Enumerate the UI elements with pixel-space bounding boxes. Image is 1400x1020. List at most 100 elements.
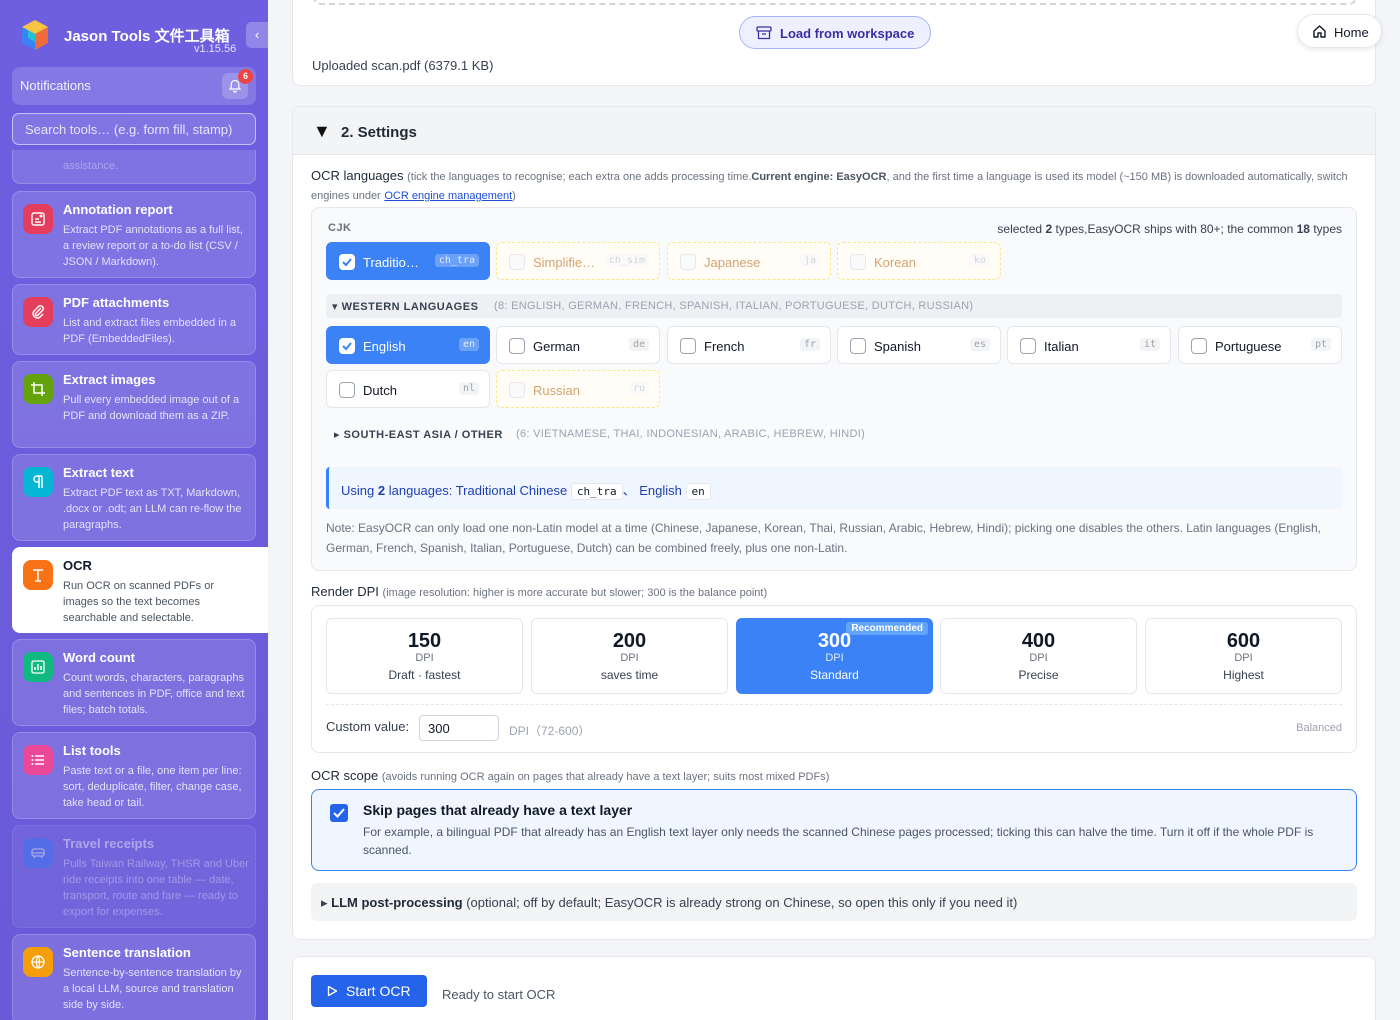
home-icon: [1313, 25, 1326, 38]
dpi-caption: saves time: [600, 668, 659, 682]
tool-card-pdf-attachments[interactable]: PDF attachments List and extract files e…: [12, 284, 256, 355]
drop-zone[interactable]: [313, 0, 1357, 5]
checkbox-icon: [1191, 338, 1207, 354]
upload-panel: Load from workspace Uploaded scan.pdf (6…: [292, 0, 1376, 86]
lang-code: ch_tra: [434, 254, 479, 267]
dpi-caption: Draft · fastest: [388, 668, 461, 682]
app-logo-icon: [22, 20, 48, 50]
lang-chip-fr[interactable]: French fr: [667, 326, 831, 364]
lang-code: en: [685, 483, 711, 500]
dpi-option-300[interactable]: Recommended 300 DPI Standard: [736, 618, 933, 694]
ocr-scope-heading: OCR scope (avoids running OCR again on p…: [311, 768, 829, 783]
chevron-left-icon: ‹: [254, 27, 260, 42]
tool-title: Extract images: [63, 372, 156, 387]
checkbox-checked-icon: [339, 338, 355, 354]
lang-chip-en[interactable]: English en: [326, 326, 490, 364]
dpi-unit: DPI: [1234, 652, 1253, 664]
lang-chip-es[interactable]: Spanish es: [837, 326, 1001, 364]
checkbox-icon: [509, 382, 525, 398]
lang-name: Dutch: [363, 383, 397, 398]
selected-suffix: types: [1313, 222, 1342, 236]
skip-text-layer-title: Skip pages that already have a text laye…: [363, 802, 633, 818]
divider: [326, 704, 1342, 705]
llm-post-processing-toggle[interactable]: ▸ LLM post-processing (optional; off by …: [311, 883, 1357, 921]
tool-title: Word count: [63, 650, 135, 665]
home-label: Home: [1334, 25, 1369, 40]
tool-card-travel-receipts[interactable]: Travel receipts Pulls Taiwan Railway, TH…: [12, 825, 256, 928]
lang-chip-ko[interactable]: Korean ko: [837, 242, 1001, 280]
lang-name: Japanese: [704, 255, 761, 270]
checkbox-icon: [680, 254, 696, 270]
lang-chip-ch-tra[interactable]: Traditio… ch_tra: [326, 242, 490, 280]
render-dpi-label: Render DPI: [311, 584, 379, 599]
load-from-workspace-button[interactable]: Load from workspace: [739, 16, 931, 49]
tool-title: Travel receipts: [63, 836, 155, 851]
tool-title: List tools: [63, 743, 121, 758]
lang-code: it: [1139, 338, 1160, 351]
lang-chip-ja[interactable]: Japanese ja: [667, 242, 831, 280]
brand[interactable]: Jason Tools 文件工具箱 v1.15.56: [18, 18, 258, 58]
lang-chip-nl[interactable]: Dutch nl: [326, 370, 490, 408]
tool-description: Count words, characters, paragraphs and …: [63, 672, 245, 716]
lang-code: en: [458, 338, 479, 351]
tool-description: Extract PDF annotations as a full list, …: [63, 224, 243, 268]
lang-chip-ch-sim[interactable]: Simplifie… ch_sim: [496, 242, 660, 280]
start-ocr-button[interactable]: Start OCR: [311, 975, 427, 1007]
dpi-option-400[interactable]: 400 DPI Precise: [940, 618, 1137, 694]
lang-code: ru: [628, 382, 649, 395]
cjk-group-label: CJK: [328, 222, 352, 234]
tool-card-sentence-translation[interactable]: Sentence translation Sentence-by-sentenc…: [12, 934, 256, 1020]
lang-chip-it[interactable]: Italian it: [1007, 326, 1171, 364]
skip-text-layer-option[interactable]: Skip pages that already have a text laye…: [311, 789, 1357, 871]
tool-card-word-count[interactable]: Word count Count words, characters, para…: [12, 639, 256, 726]
tool-description: Pull every embedded image out of a PDF a…: [63, 394, 240, 422]
tool-card-extract-images[interactable]: Extract images Pull every embedded image…: [12, 361, 256, 448]
home-button[interactable]: Home: [1297, 14, 1382, 48]
lang-code: ko: [969, 254, 990, 267]
checkbox-icon: [339, 382, 355, 398]
ocr-engine-management-link[interactable]: OCR engine management: [384, 190, 512, 202]
lang-name: Korean: [874, 255, 916, 270]
lang-chip-ru[interactable]: Russian ru: [496, 370, 660, 408]
bar-chart-icon: [23, 652, 53, 682]
selected-count-info: selected 2 types,EasyOCR ships with 80+;…: [997, 222, 1342, 236]
notifications-bar[interactable]: Notifications 6: [12, 67, 256, 105]
collapse-sidebar-button[interactable]: ‹: [246, 22, 268, 48]
checkbox-icon: [680, 338, 696, 354]
tool-description: Pulls Taiwan Railway, THSR and Uber ride…: [63, 858, 249, 918]
dpi-unit: DPI: [825, 652, 844, 664]
lang-code: ch_sim: [604, 254, 649, 267]
lang-chip-de[interactable]: German de: [496, 326, 660, 364]
checkbox-icon: [850, 338, 866, 354]
tool-card-ocr[interactable]: OCR Run OCR on scanned PDFs or images so…: [12, 547, 268, 633]
ocr-languages-heading: OCR languages (tick the languages to rec…: [311, 167, 1361, 205]
tool-card-extract-text[interactable]: Extract text Extract PDF text as TXT, Ma…: [12, 454, 256, 541]
western-languages-toggle[interactable]: ▾ WESTERN LANGUAGES (8: ENGLISH, GERMAN,…: [326, 294, 1342, 318]
selected-languages-summary: Using 2 languages: Traditional Chinese c…: [326, 467, 1342, 509]
dpi-caption: Precise: [1018, 668, 1059, 682]
custom-dpi-label: Custom value:: [326, 719, 410, 734]
dpi-quality-label: Balanced: [1296, 722, 1342, 734]
dpi-unit: DPI: [620, 652, 639, 664]
tool-search-input[interactable]: [12, 113, 256, 145]
tool-card-partial[interactable]: assistance.: [12, 150, 256, 184]
dpi-option-150[interactable]: 150 DPI Draft · fastest: [326, 618, 523, 694]
run-panel: Start OCR Ready to start OCR: [292, 956, 1376, 1020]
western-languages-label: ▾ WESTERN LANGUAGES: [332, 301, 479, 313]
tool-card-annotation-report[interactable]: Annotation report Extract PDF annotation…: [12, 191, 256, 278]
tool-card-list-tools[interactable]: List tools Paste text or a file, one ite…: [12, 732, 256, 819]
start-ocr-label: Start OCR: [346, 983, 411, 999]
checkbox-checked-icon[interactable]: [330, 804, 348, 822]
custom-dpi-input[interactable]: [419, 715, 499, 741]
tool-title: Sentence translation: [63, 945, 191, 960]
lang-code: de: [628, 338, 649, 351]
dpi-unit: DPI: [415, 652, 434, 664]
settings-header[interactable]: ▼ 2. Settings: [293, 107, 1375, 155]
dpi-option-600[interactable]: 600 DPI Highest: [1145, 618, 1342, 694]
custom-dpi-range: DPI（72-600）: [509, 724, 591, 738]
tool-title: PDF attachments: [63, 295, 170, 310]
lang-chip-pt[interactable]: Portuguese pt: [1178, 326, 1342, 364]
dpi-option-200[interactable]: 200 DPI saves time: [531, 618, 728, 694]
tool-title: Annotation report: [63, 202, 173, 217]
language-note: Note: EasyOCR can only load one non-Lati…: [326, 521, 1322, 555]
